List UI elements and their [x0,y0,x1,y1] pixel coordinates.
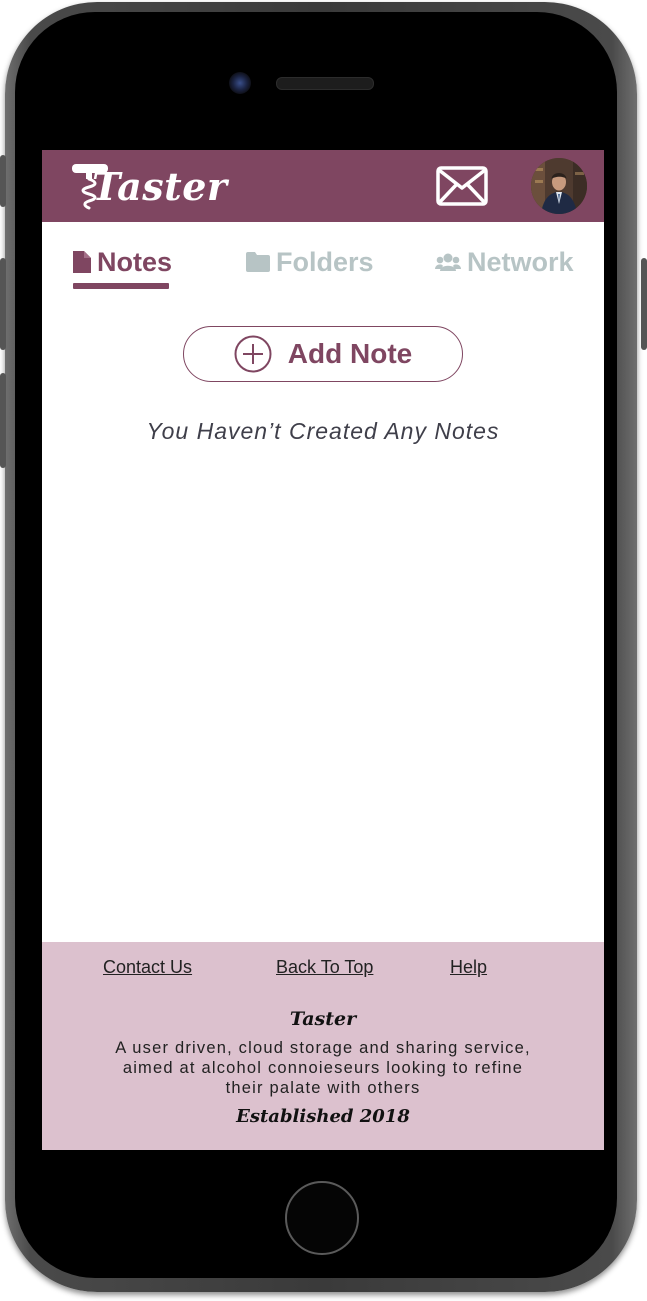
footer-description: A user driven, cloud storage and sharing… [115,1039,531,1097]
power-button [641,258,647,350]
add-note-label: Add Note [287,338,413,369]
app-logo[interactable]: Taster [70,158,227,214]
plus-circle-icon [234,335,272,373]
logo-wordmark: Taster [92,164,228,209]
tab-folders[interactable]: Folders [246,242,374,282]
users-icon [435,253,461,271]
silent-switch [0,155,6,207]
volume-up-button [0,258,6,350]
avatar-photo-icon [531,158,587,214]
earpiece-speaker [276,77,374,90]
footer: Contact Us Back To Top Help Taster A use… [42,942,604,1150]
tab-folders-label: Folders [276,246,374,277]
footer-established: Established 2018 [236,1106,410,1127]
footer-brand: Taster [289,1008,357,1030]
help-link[interactable]: Help [450,957,487,978]
front-camera [229,72,251,94]
folder-icon [246,252,270,272]
tab-notes[interactable]: Notes [73,242,172,282]
add-note-button[interactable]: Add Note [183,326,463,382]
envelope-icon[interactable] [436,166,488,206]
back-to-top-link[interactable]: Back To Top [276,957,373,978]
volume-down-button [0,373,6,468]
home-button[interactable] [285,1181,359,1255]
active-tab-indicator [73,283,169,289]
app-screen: Taster Notes Folders Network Add Note Yo… [42,150,604,1150]
app-header: Taster [42,150,604,222]
empty-state-message: You Haven’t Created Any Notes [146,418,500,444]
tab-network-label: Network [467,246,574,277]
contact-us-link[interactable]: Contact Us [103,957,192,978]
tab-notes-label: Notes [97,246,173,277]
tab-network[interactable]: Network [435,242,574,282]
user-avatar[interactable] [531,158,587,214]
document-icon [73,251,91,273]
